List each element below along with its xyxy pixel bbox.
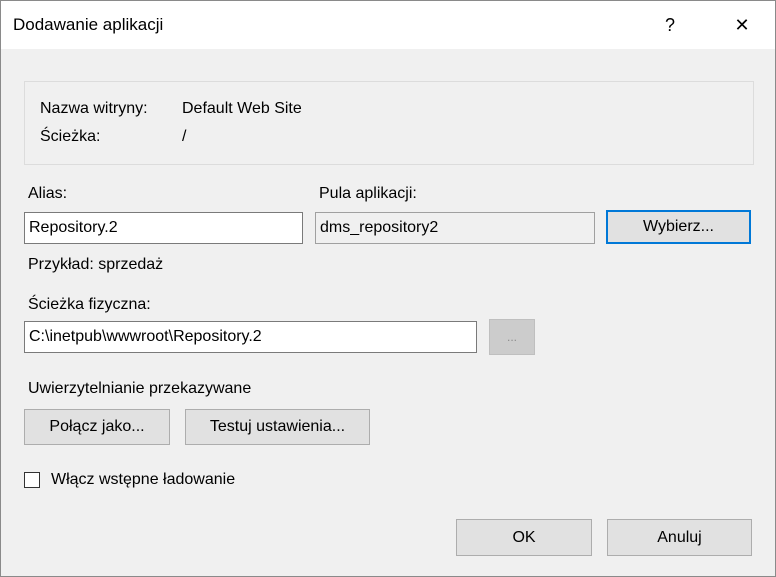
connect-as-label: Połącz jako... <box>49 418 145 435</box>
connect-as-button[interactable]: Połącz jako... <box>24 409 170 445</box>
app-pool-label: Pula aplikacji: <box>319 185 417 202</box>
help-button[interactable]: ? <box>647 1 693 49</box>
site-name-label: Nazwa witryny: <box>40 100 148 117</box>
title-bar: Dodawanie aplikacji ? ✕ <box>1 1 775 49</box>
help-icon: ? <box>664 14 675 35</box>
preload-checkbox[interactable] <box>24 472 40 488</box>
site-name-value: Default Web Site <box>182 100 302 117</box>
browse-label: ... <box>506 330 517 344</box>
ok-button[interactable]: OK <box>456 519 592 556</box>
site-info-box: Nazwa witryny: Default Web Site Ścieżka:… <box>24 81 754 165</box>
select-app-pool-label: Wybierz... <box>643 218 714 235</box>
physical-path-input[interactable]: C:\inetpub\wwwroot\Repository.2 <box>24 321 477 353</box>
alias-example: Przykład: sprzedaż <box>28 256 164 273</box>
cancel-label: Anuluj <box>657 528 702 546</box>
preload-label[interactable]: Włącz wstępne ładowanie <box>51 471 235 489</box>
physical-path-label: Ścieżka fizyczna: <box>28 296 151 313</box>
dialog-title: Dodawanie aplikacji <box>13 15 164 34</box>
test-settings-button[interactable]: Testuj ustawienia... <box>185 409 370 445</box>
app-pool-field: dms_repository2 <box>315 212 595 244</box>
alias-input[interactable]: Repository.2 <box>24 212 303 244</box>
path-value: / <box>182 128 187 145</box>
path-label: Ścieżka: <box>40 128 101 145</box>
browse-button[interactable]: ... <box>489 319 535 355</box>
pass-through-auth-label: Uwierzytelnianie przekazywane <box>28 380 252 397</box>
add-application-dialog: Dodawanie aplikacji ? ✕ Nazwa witryny: D… <box>0 0 776 577</box>
test-settings-label: Testuj ustawienia... <box>209 418 346 435</box>
cancel-button[interactable]: Anuluj <box>607 519 752 556</box>
alias-label: Alias: <box>28 185 68 202</box>
close-icon: ✕ <box>734 14 750 35</box>
select-app-pool-button[interactable]: Wybierz... <box>606 210 751 244</box>
ok-label: OK <box>512 528 536 546</box>
close-button[interactable]: ✕ <box>719 1 765 49</box>
